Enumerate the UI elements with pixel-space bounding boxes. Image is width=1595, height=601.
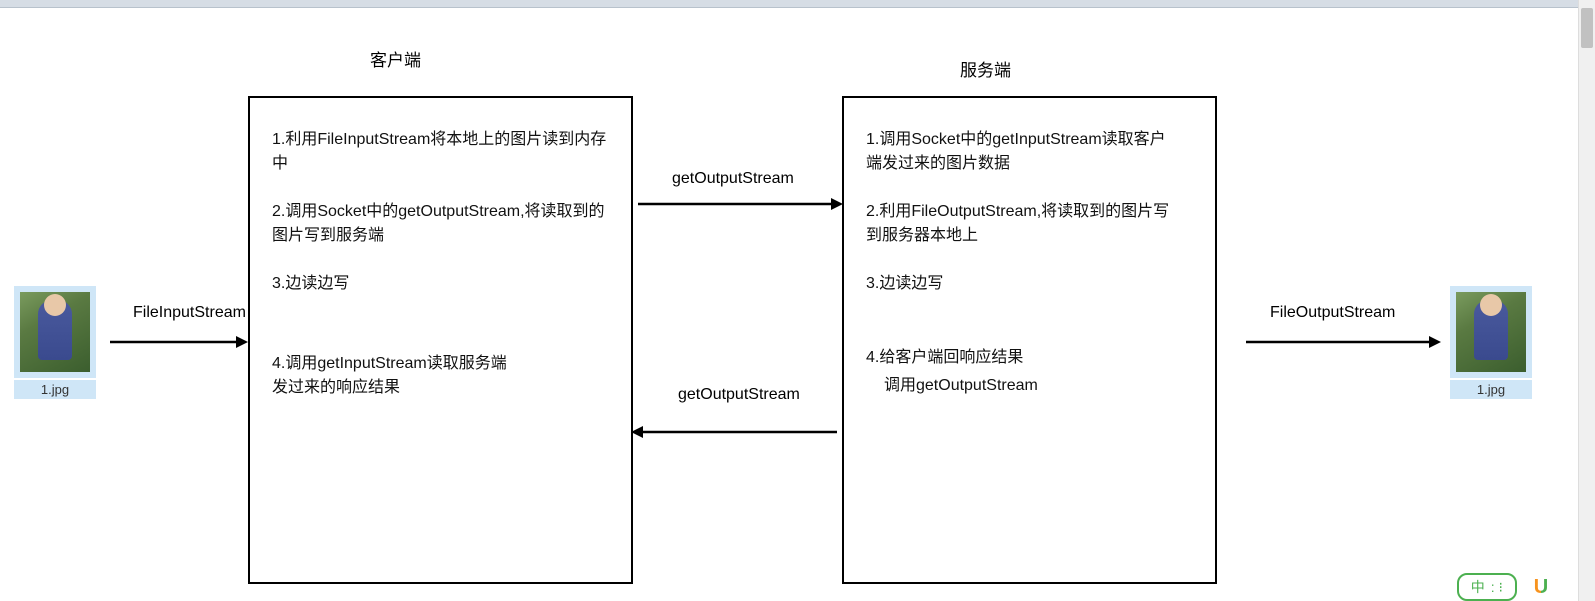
arrow-icon	[629, 426, 841, 446]
arrow-label-fileoutputstream: FileOutputStream	[1270, 304, 1395, 322]
ime-pill[interactable]: 中 : ⁝	[1457, 573, 1517, 601]
file-caption-left: 1.jpg	[14, 380, 96, 399]
arrow-icon	[108, 336, 243, 356]
server-title: 服务端	[960, 56, 1011, 81]
client-title: 客户端	[370, 46, 421, 71]
server-box: 1.调用Socket中的getInputStream读取客户端发过来的图片数据 …	[842, 96, 1217, 584]
file-thumbnail-left: 1.jpg	[14, 286, 96, 399]
client-step-3: 3.边读边写	[272, 272, 609, 296]
scrollbar-thumb[interactable]	[1581, 8, 1593, 48]
vertical-scrollbar[interactable]	[1578, 0, 1595, 601]
arrow-label-fileinputstream: FileInputStream	[133, 304, 246, 322]
server-step-2: 2.利用FileOutputStream,将读取到的图片写到服务器本地上	[866, 200, 1176, 248]
server-step-4a: 4.给客户端回响应结果	[866, 346, 1193, 370]
ime-indicator[interactable]: 中 : ⁝	[1457, 573, 1555, 601]
diagram-canvas: 客户端 服务端 1.利用FileInputStream将本地上的图片读到内存中 …	[0, 8, 1578, 601]
arrow-label-getoutputstream-bottom: getOutputStream	[678, 386, 800, 404]
ime-text: 中	[1471, 577, 1485, 597]
window-titlebar	[0, 0, 1595, 8]
arrow-label-getoutputstream-top: getOutputStream	[672, 170, 794, 188]
server-step-1: 1.调用Socket中的getInputStream读取客户端发过来的图片数据	[866, 128, 1176, 176]
client-step-2: 2.调用Socket中的getOutputStream,将读取到的图片写到服务端	[272, 200, 609, 248]
ime-logo-icon[interactable]	[1527, 573, 1555, 601]
ime-dots: : ⁝	[1491, 579, 1503, 596]
arrow-icon	[636, 198, 841, 218]
client-step-1: 1.利用FileInputStream将本地上的图片读到内存中	[272, 128, 609, 176]
client-step-4: 4.调用getInputStream读取服务端发过来的响应结果	[272, 352, 512, 400]
server-step-4b: 调用getOutputStream	[884, 374, 1193, 398]
file-thumbnail-right: 1.jpg	[1450, 286, 1532, 399]
image-icon	[1450, 286, 1532, 378]
server-step-3: 3.边读边写	[866, 272, 1193, 296]
client-box: 1.利用FileInputStream将本地上的图片读到内存中 2.调用Sock…	[248, 96, 633, 584]
arrow-icon	[1244, 336, 1439, 356]
image-icon	[14, 286, 96, 378]
file-caption-right: 1.jpg	[1450, 380, 1532, 399]
